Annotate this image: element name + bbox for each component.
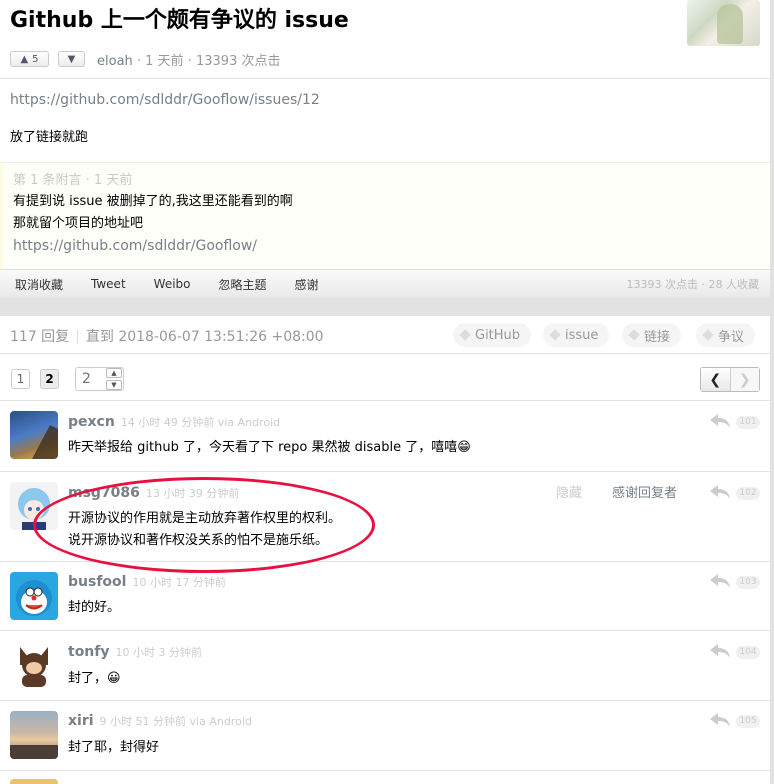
topic-content: https://github.com/sdlddr/Gooflow/issues… bbox=[0, 79, 770, 148]
reply-line: 开源协议的作用就是主动放弃著作权里的权利。 bbox=[68, 511, 342, 526]
page-stepper[interactable]: ▲ ▼ bbox=[106, 368, 122, 390]
floor-number: 105 bbox=[736, 715, 760, 728]
reply-count: 117 回复 | 直到 2018-06-07 13:51:26 +08:00 bbox=[10, 329, 324, 345]
avatar-image bbox=[20, 647, 48, 687]
topic-toolbar: 取消收藏 Tweet Weibo 忽略主题 感谢 13393 次点击 · 28 … bbox=[0, 269, 770, 298]
reply-user: tonfy 10 小时 3 分钟前 bbox=[68, 644, 202, 660]
topic-meta: eloah · 1 天前 · 13393 次点击 bbox=[97, 50, 280, 69]
reply-content: 开源协议的作用就是主动放弃著作权里的权利。 说开源协议和著作权没关系的怕不是施乐… bbox=[68, 508, 341, 552]
pagination: 1 2 ▲ ▼ ❮ ❯ bbox=[0, 354, 770, 401]
avatar[interactable] bbox=[10, 411, 58, 459]
username-link[interactable]: pexcn bbox=[68, 414, 115, 430]
floor-number: 103 bbox=[736, 576, 760, 589]
reply-time: 13 小时 39 分钟前 bbox=[145, 487, 240, 500]
topic-stats: 13393 次点击 · 28 人收藏 bbox=[626, 278, 759, 291]
topic-author-link[interactable]: eloah bbox=[97, 54, 133, 69]
tag-issue[interactable]: issue bbox=[543, 323, 610, 347]
username-link[interactable]: tonfy bbox=[68, 644, 110, 660]
tag-github[interactable]: GitHub bbox=[453, 323, 532, 347]
reply-content: 封的好。 bbox=[68, 600, 121, 615]
next-page-button[interactable]: ❯ bbox=[730, 368, 759, 391]
tag-icon bbox=[628, 329, 640, 341]
avatar[interactable] bbox=[10, 779, 58, 784]
topic-cover-image[interactable] bbox=[687, 0, 760, 46]
tag-icon bbox=[702, 329, 714, 341]
avatar[interactable] bbox=[10, 482, 58, 530]
ignore-topic-button[interactable]: 忽略主题 bbox=[219, 276, 267, 293]
reply-time: 10 小时 3 分钟前 bbox=[115, 646, 203, 659]
prev-page-button[interactable]: ❮ bbox=[701, 368, 731, 391]
topic-header: Github 上一个颇有争议的 issue ▲ 5 ▼ eloah · 1 天前… bbox=[0, 0, 770, 79]
reply-content: 封了，😀 bbox=[68, 671, 121, 686]
reply-time: 10 小时 17 分钟前 bbox=[132, 576, 226, 589]
replies-header: 117 回复 | 直到 2018-06-07 13:51:26 +08:00 Git… bbox=[0, 316, 770, 354]
avatar-image bbox=[16, 580, 52, 616]
reply-arrow-icon[interactable] bbox=[709, 712, 731, 728]
reply-content: 封了耶，封得好 bbox=[68, 740, 160, 755]
chevron-down-icon[interactable]: ▼ bbox=[106, 380, 122, 390]
page-link-1[interactable]: 1 bbox=[11, 369, 30, 389]
reply-item: msg7086 13 小时 39 分钟前 开源协议的作用就是主动放弃著作权里的权利… bbox=[0, 472, 770, 562]
reply-time: 9 小时 51 分钟前 via Android bbox=[99, 715, 252, 728]
avatar[interactable] bbox=[10, 572, 58, 620]
appendix-line: 有提到说 issue 被删掉了的,我这里还能看到的啊 bbox=[13, 194, 293, 209]
downvote-button[interactable]: ▼ bbox=[58, 51, 85, 67]
reply-arrow-icon[interactable] bbox=[709, 413, 731, 429]
reply-item: xiri 9 小时 51 分钟前 via Android 封了耶，封得好 105 bbox=[0, 701, 770, 771]
reply-time: 14 小时 49 分钟前 via Android bbox=[120, 416, 281, 429]
reply-user: xiri 9 小时 51 分钟前 via Android bbox=[68, 713, 252, 729]
username-link[interactable]: msg7086 bbox=[68, 485, 140, 501]
reply-arrow-icon[interactable] bbox=[709, 643, 731, 659]
topic-text: 放了链接就跑 bbox=[10, 130, 89, 145]
reply-content: 昨天举报给 github 了，今天看了下 repo 果然被 disable 了，… bbox=[68, 440, 471, 455]
floor-number: 104 bbox=[736, 646, 760, 659]
topic-meta-info: · 1 天前 · 13393 次点击 bbox=[132, 54, 281, 69]
topic-box: Github 上一个颇有争议的 issue ▲ 5 ▼ eloah · 1 天前… bbox=[0, 0, 770, 298]
username-link[interactable]: busfool bbox=[68, 574, 126, 590]
last-reply-time: 直到 2018-06-07 13:51:26 +08:00 bbox=[85, 329, 324, 345]
avatar-image bbox=[10, 745, 58, 759]
hide-reply-button[interactable]: 隐藏 bbox=[556, 482, 582, 501]
page-title: Github 上一个颇有争议的 issue bbox=[10, 8, 349, 33]
reply-arrow-icon[interactable] bbox=[709, 484, 731, 500]
tag-icon bbox=[549, 329, 561, 341]
page-nav: ❮ ❯ bbox=[700, 367, 760, 392]
chevron-up-icon[interactable]: ▲ bbox=[106, 368, 122, 378]
appendix-line: 那就留个项目的地址吧 bbox=[13, 216, 144, 231]
triangle-up-icon: ▲ bbox=[20, 53, 29, 65]
appendix-link[interactable]: https://github.com/sdlddr/Gooflow/ bbox=[13, 235, 760, 257]
avatar-image bbox=[18, 488, 50, 530]
reply-user: busfool 10 小时 17 分钟前 bbox=[68, 574, 226, 590]
reply-arrow-icon[interactable] bbox=[709, 573, 731, 589]
weibo-button[interactable]: Weibo bbox=[154, 277, 191, 291]
floor-number: 102 bbox=[736, 487, 760, 500]
floor-number: 101 bbox=[736, 416, 760, 429]
avatar-image bbox=[32, 425, 58, 459]
thank-button[interactable]: 感谢 bbox=[295, 276, 319, 293]
replies-box: 117 回复 | 直到 2018-06-07 13:51:26 +08:00 Git… bbox=[0, 316, 770, 784]
reply-user: msg7086 13 小时 39 分钟前 bbox=[68, 485, 239, 501]
reply-user: pexcn 14 小时 49 分钟前 via Android bbox=[68, 414, 280, 430]
thank-reply-button[interactable]: 感谢回复者 bbox=[612, 482, 677, 501]
reply-line: 说开源协议和著作权没关系的怕不是施乐纸。 bbox=[68, 533, 329, 548]
reply-item-partial bbox=[0, 771, 770, 784]
unfavorite-button[interactable]: 取消收藏 bbox=[15, 276, 63, 293]
page-current-2: 2 bbox=[40, 369, 59, 389]
avatar[interactable] bbox=[10, 641, 58, 689]
tag-icon bbox=[459, 329, 471, 341]
triangle-down-icon: ▼ bbox=[67, 53, 76, 65]
topic-link[interactable]: https://github.com/sdlddr/Gooflow/issues… bbox=[10, 90, 760, 110]
tag-controversy[interactable]: 争议 bbox=[696, 323, 756, 347]
reply-item: busfool 10 小时 17 分钟前 封的好。 103 bbox=[0, 562, 770, 631]
reply-item: pexcn 14 小时 49 分钟前 via Android 昨天举报给 gith… bbox=[0, 401, 770, 472]
upvote-count: 5 bbox=[32, 53, 39, 65]
tag-link[interactable]: 链接 bbox=[622, 323, 682, 347]
username-link[interactable]: xiri bbox=[68, 713, 94, 729]
reply-item: tonfy 10 小时 3 分钟前 封了，😀 104 bbox=[0, 631, 770, 701]
upvote-button[interactable]: ▲ 5 bbox=[10, 51, 49, 67]
topic-appendix: 第 1 条附言 · 1 天前 有提到说 issue 被删掉了的,我这里还能看到的… bbox=[0, 162, 770, 269]
appendix-header: 第 1 条附言 · 1 天前 bbox=[13, 173, 133, 188]
tweet-button[interactable]: Tweet bbox=[91, 277, 126, 291]
avatar[interactable] bbox=[10, 711, 58, 759]
